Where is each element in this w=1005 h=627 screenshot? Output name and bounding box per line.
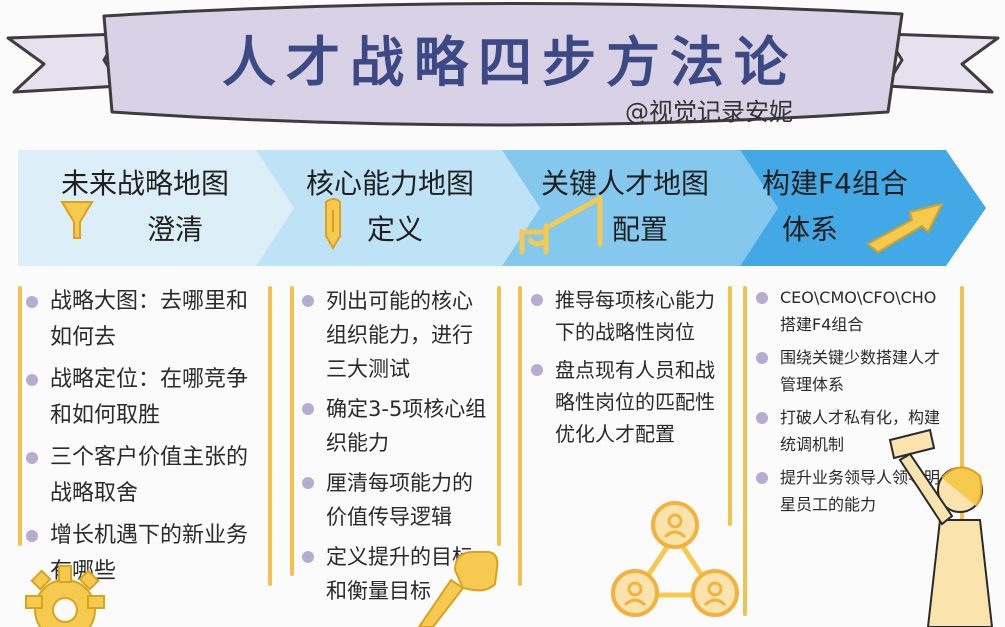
step-3: 关键人才地图 配置	[510, 165, 740, 249]
list-item: 盘点现有人员和战略性岗位的匹配性优化人才配置	[527, 354, 727, 450]
list-item: 确定3-5项核心组织能力	[298, 392, 488, 460]
step-3-title: 关键人才地图	[540, 167, 709, 200]
column-line	[518, 286, 522, 586]
step-2-subtitle: 定义	[366, 213, 423, 246]
gear-icon	[25, 565, 105, 627]
raised-fist-icon	[417, 551, 499, 627]
people-network-icon	[611, 501, 739, 617]
list-item: 列出可能的核心组织能力，进行三大测试	[298, 284, 488, 386]
list-item: 战略大图：去哪里和如何去	[22, 284, 262, 356]
step-1: 未来战略地图 澄清	[30, 165, 260, 249]
author-credit: @视觉记录安妮	[625, 98, 793, 126]
list-item: 战略定位：在哪竞争和如何取胜	[22, 362, 262, 434]
column-line	[268, 286, 272, 586]
step-2-title: 核心能力地图	[305, 167, 474, 200]
column-3-list: 推导每项核心能力下的战略性岗位 盘点现有人员和战略性岗位的匹配性优化人才配置	[527, 284, 727, 456]
step-1-subtitle: 澄清	[146, 213, 203, 246]
step-4: 构建F4组合 体系	[735, 165, 935, 249]
person-pointing-icon	[888, 428, 994, 627]
list-item: 围绕关键少数搭建人才管理体系	[752, 344, 952, 398]
column-line	[290, 286, 294, 576]
list-item: CEO\CMO\CFO\CHO搭建F4组合	[752, 284, 952, 338]
step-3-subtitle: 配置	[611, 213, 668, 246]
column-1-list: 战略大图：去哪里和如何去 战略定位：在哪竞争和如何取胜 三个客户价值主张的战略取…	[22, 284, 262, 596]
column-line	[728, 286, 732, 526]
page-title: 人才战略四步方法论	[222, 31, 798, 94]
list-item: 推导每项核心能力下的战略性岗位	[527, 284, 727, 348]
column-line	[497, 286, 501, 546]
list-item: 厘清每项能力的价值传导逻辑	[298, 466, 488, 534]
step-4-subtitle: 体系	[781, 213, 838, 246]
step-2: 核心能力地图 定义	[270, 165, 510, 249]
step-1-title: 未来战略地图	[60, 167, 229, 200]
step-4-title: 构建F4组合	[762, 167, 908, 200]
list-item: 三个客户价值主张的战略取舍	[22, 440, 262, 512]
